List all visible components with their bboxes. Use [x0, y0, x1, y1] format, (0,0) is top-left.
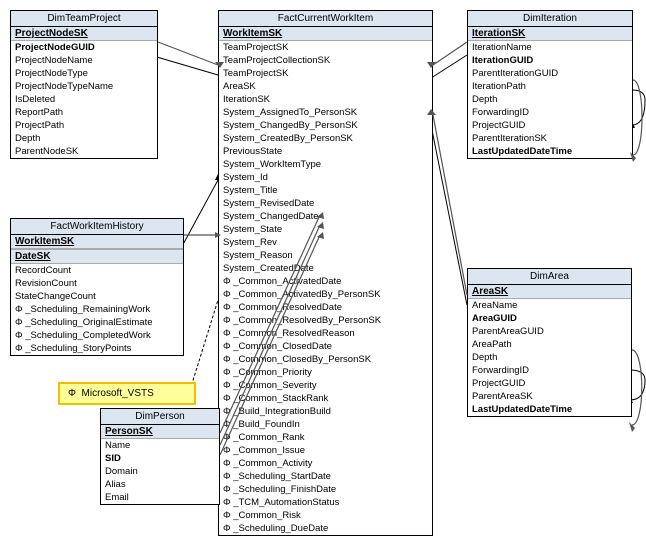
field-sid: SID [101, 452, 219, 465]
field-projectguid-di: ProjectGUID [468, 119, 632, 132]
fact-current-work-item-header: FactCurrentWorkItem [219, 11, 432, 27]
field-reportpath: ReportPath [11, 106, 157, 119]
field-iterationsk-f: IterationSK [219, 93, 432, 106]
microsoft-vsts-highlight: Φ Microsoft_VSTS [58, 382, 196, 405]
fact-current-work-item-table: FactCurrentWorkItem WorkItemSK TeamProje… [218, 10, 433, 536]
dim-area-header: DimArea [468, 269, 631, 285]
field-areaguid: AreaGUID [468, 312, 631, 325]
field-lastupdated-di: LastUpdatedDateTime [468, 145, 632, 158]
field-changeddate: System_ChangedDate [219, 210, 432, 223]
field-depth-da: Depth [468, 351, 631, 364]
microsoft-vsts-label: Φ Microsoft_VSTS [68, 388, 154, 399]
field-iterationpath: IterationPath [468, 80, 632, 93]
field-rank: Φ _Common_Rank [219, 431, 432, 444]
field-iterationguid: IterationGUID [468, 54, 632, 67]
dim-iteration-header: DimIteration [468, 11, 632, 27]
field-integrationbuild: Φ _Build_IntegrationBuild [219, 405, 432, 418]
field-reason: System_Reason [219, 249, 432, 262]
field-parentareask: ParentAreaSK [468, 390, 631, 403]
field-domain: Domain [101, 465, 219, 478]
field-foundin: Φ _Build_FoundIn [219, 418, 432, 431]
field-forwardingid-di: ForwardingID [468, 106, 632, 119]
field-email: Email [101, 491, 219, 504]
field-areaname: AreaName [468, 299, 631, 312]
fact-work-item-history-header: FactWorkItemHistory [11, 219, 183, 235]
field-resolvedreason: Φ _Common_ResolvedReason [219, 327, 432, 340]
field-createddate: System_CreatedDate [219, 262, 432, 275]
fact-work-item-history-table: FactWorkItemHistory WorkItemSK DateSK Re… [10, 218, 184, 356]
field-projectpath: ProjectPath [11, 119, 157, 132]
field-changedby: System_ChangedBy_PersonSK [219, 119, 432, 132]
field-originalestimate: Φ _Scheduling_OriginalEstimate [11, 316, 183, 329]
diagram: DimTeamProject ProjectNodeSK ProjectNode… [0, 0, 646, 540]
field-risk: Φ _Common_Risk [219, 509, 432, 522]
field-activatedby: Φ _Common_ActivatedBy_PersonSK [219, 288, 432, 301]
dim-person-pk: PersonSK [101, 425, 219, 439]
field-createdby: System_CreatedBy_PersonSK [219, 132, 432, 145]
field-alias: Alias [101, 478, 219, 491]
fact-work-item-history-pk1: WorkItemSK [11, 235, 183, 249]
field-projectnodetypename: ProjectNodeTypeName [11, 80, 157, 93]
field-parentareaguid: ParentAreaGUID [468, 325, 631, 338]
field-prevstate: PreviousState [219, 145, 432, 158]
field-closeddate: Φ _Common_ClosedDate [219, 340, 432, 353]
dim-person-header: DimPerson [101, 409, 219, 425]
field-workitemtype: System_WorkItemType [219, 158, 432, 171]
field-lastupdated-da: LastUpdatedDateTime [468, 403, 631, 416]
field-revisioncount: RevisionCount [11, 277, 183, 290]
field-parentiterationguid: ParentIterationGUID [468, 67, 632, 80]
field-closedby: Φ _Common_ClosedBy_PersonSK [219, 353, 432, 366]
dim-team-project-pk: ProjectNodeSK [11, 27, 157, 41]
field-name: Name [101, 439, 219, 452]
field-rev: System_Rev [219, 236, 432, 249]
field-depth-di: Depth [468, 93, 632, 106]
field-projectnodetype: ProjectNodeType [11, 67, 157, 80]
field-activateddate: Φ _Common_ActivatedDate [219, 275, 432, 288]
field-remainingwork: Φ _Scheduling_RemainingWork [11, 303, 183, 316]
field-reviseddate: System_RevisedDate [219, 197, 432, 210]
field-state: System_State [219, 223, 432, 236]
field-storypoints: Φ _Scheduling_StoryPoints [11, 342, 183, 355]
field-systitle: System_Title [219, 184, 432, 197]
field-projectnodeguid: ProjectNodeGUID [11, 41, 157, 54]
field-duedate: Φ _Scheduling_DueDate [219, 522, 432, 535]
field-assignedto: System_AssignedTo_PersonSK [219, 106, 432, 119]
fact-current-work-item-pk: WorkItemSK [219, 27, 432, 41]
field-depth-dtp: Depth [11, 132, 157, 145]
field-projectnodename: ProjectNodeName [11, 54, 157, 67]
field-startdate: Φ _Scheduling_StartDate [219, 470, 432, 483]
dim-area-pk: AreaSK [468, 285, 631, 299]
field-teamprojectsk2: TeamProjectSK [219, 67, 432, 80]
field-parentiterationsk: ParentIterationSK [468, 132, 632, 145]
dim-iteration-table: DimIteration IterationSK IterationName I… [467, 10, 633, 159]
fact-work-item-history-pk2: DateSK [11, 249, 183, 264]
dim-person-table: DimPerson PersonSK Name SID Domain Alias… [100, 408, 220, 505]
dim-team-project-header: DimTeamProject [11, 11, 157, 27]
field-sysid: System_Id [219, 171, 432, 184]
field-completedwork: Φ _Scheduling_CompletedWork [11, 329, 183, 342]
field-resolveddate: Φ _Common_ResolvedDate [219, 301, 432, 314]
field-issue: Φ _Common_Issue [219, 444, 432, 457]
field-areapath: AreaPath [468, 338, 631, 351]
field-projectguid-da: ProjectGUID [468, 377, 631, 390]
field-parentnodesk: ParentNodeSK [11, 145, 157, 158]
field-isdeleted: IsDeleted [11, 93, 157, 106]
dim-iteration-pk: IterationSK [468, 27, 632, 41]
dim-area-table: DimArea AreaSK AreaName AreaGUID ParentA… [467, 268, 632, 417]
field-forwardingid-da: ForwardingID [468, 364, 631, 377]
field-teamprojectcollectionsk: TeamProjectCollectionSK [219, 54, 432, 67]
field-teamprojectsk-f: TeamProjectSK [219, 41, 432, 54]
field-areask-f: AreaSK [219, 80, 432, 93]
field-priority: Φ _Common_Priority [219, 366, 432, 379]
field-recordcount: RecordCount [11, 264, 183, 277]
field-statechangecount: StateChangeCount [11, 290, 183, 303]
dim-team-project-table: DimTeamProject ProjectNodeSK ProjectNode… [10, 10, 158, 159]
field-automationstatus: Φ _TCM_AutomationStatus [219, 496, 432, 509]
field-finishdate: Φ _Scheduling_FinishDate [219, 483, 432, 496]
field-activity: Φ _Common_Activity [219, 457, 432, 470]
field-iterationname: IterationName [468, 41, 632, 54]
field-severity: Φ _Common_Severity [219, 379, 432, 392]
field-stackrank: Φ _Common_StackRank [219, 392, 432, 405]
field-resolvedby: Φ _Common_ResolvedBy_PersonSK [219, 314, 432, 327]
